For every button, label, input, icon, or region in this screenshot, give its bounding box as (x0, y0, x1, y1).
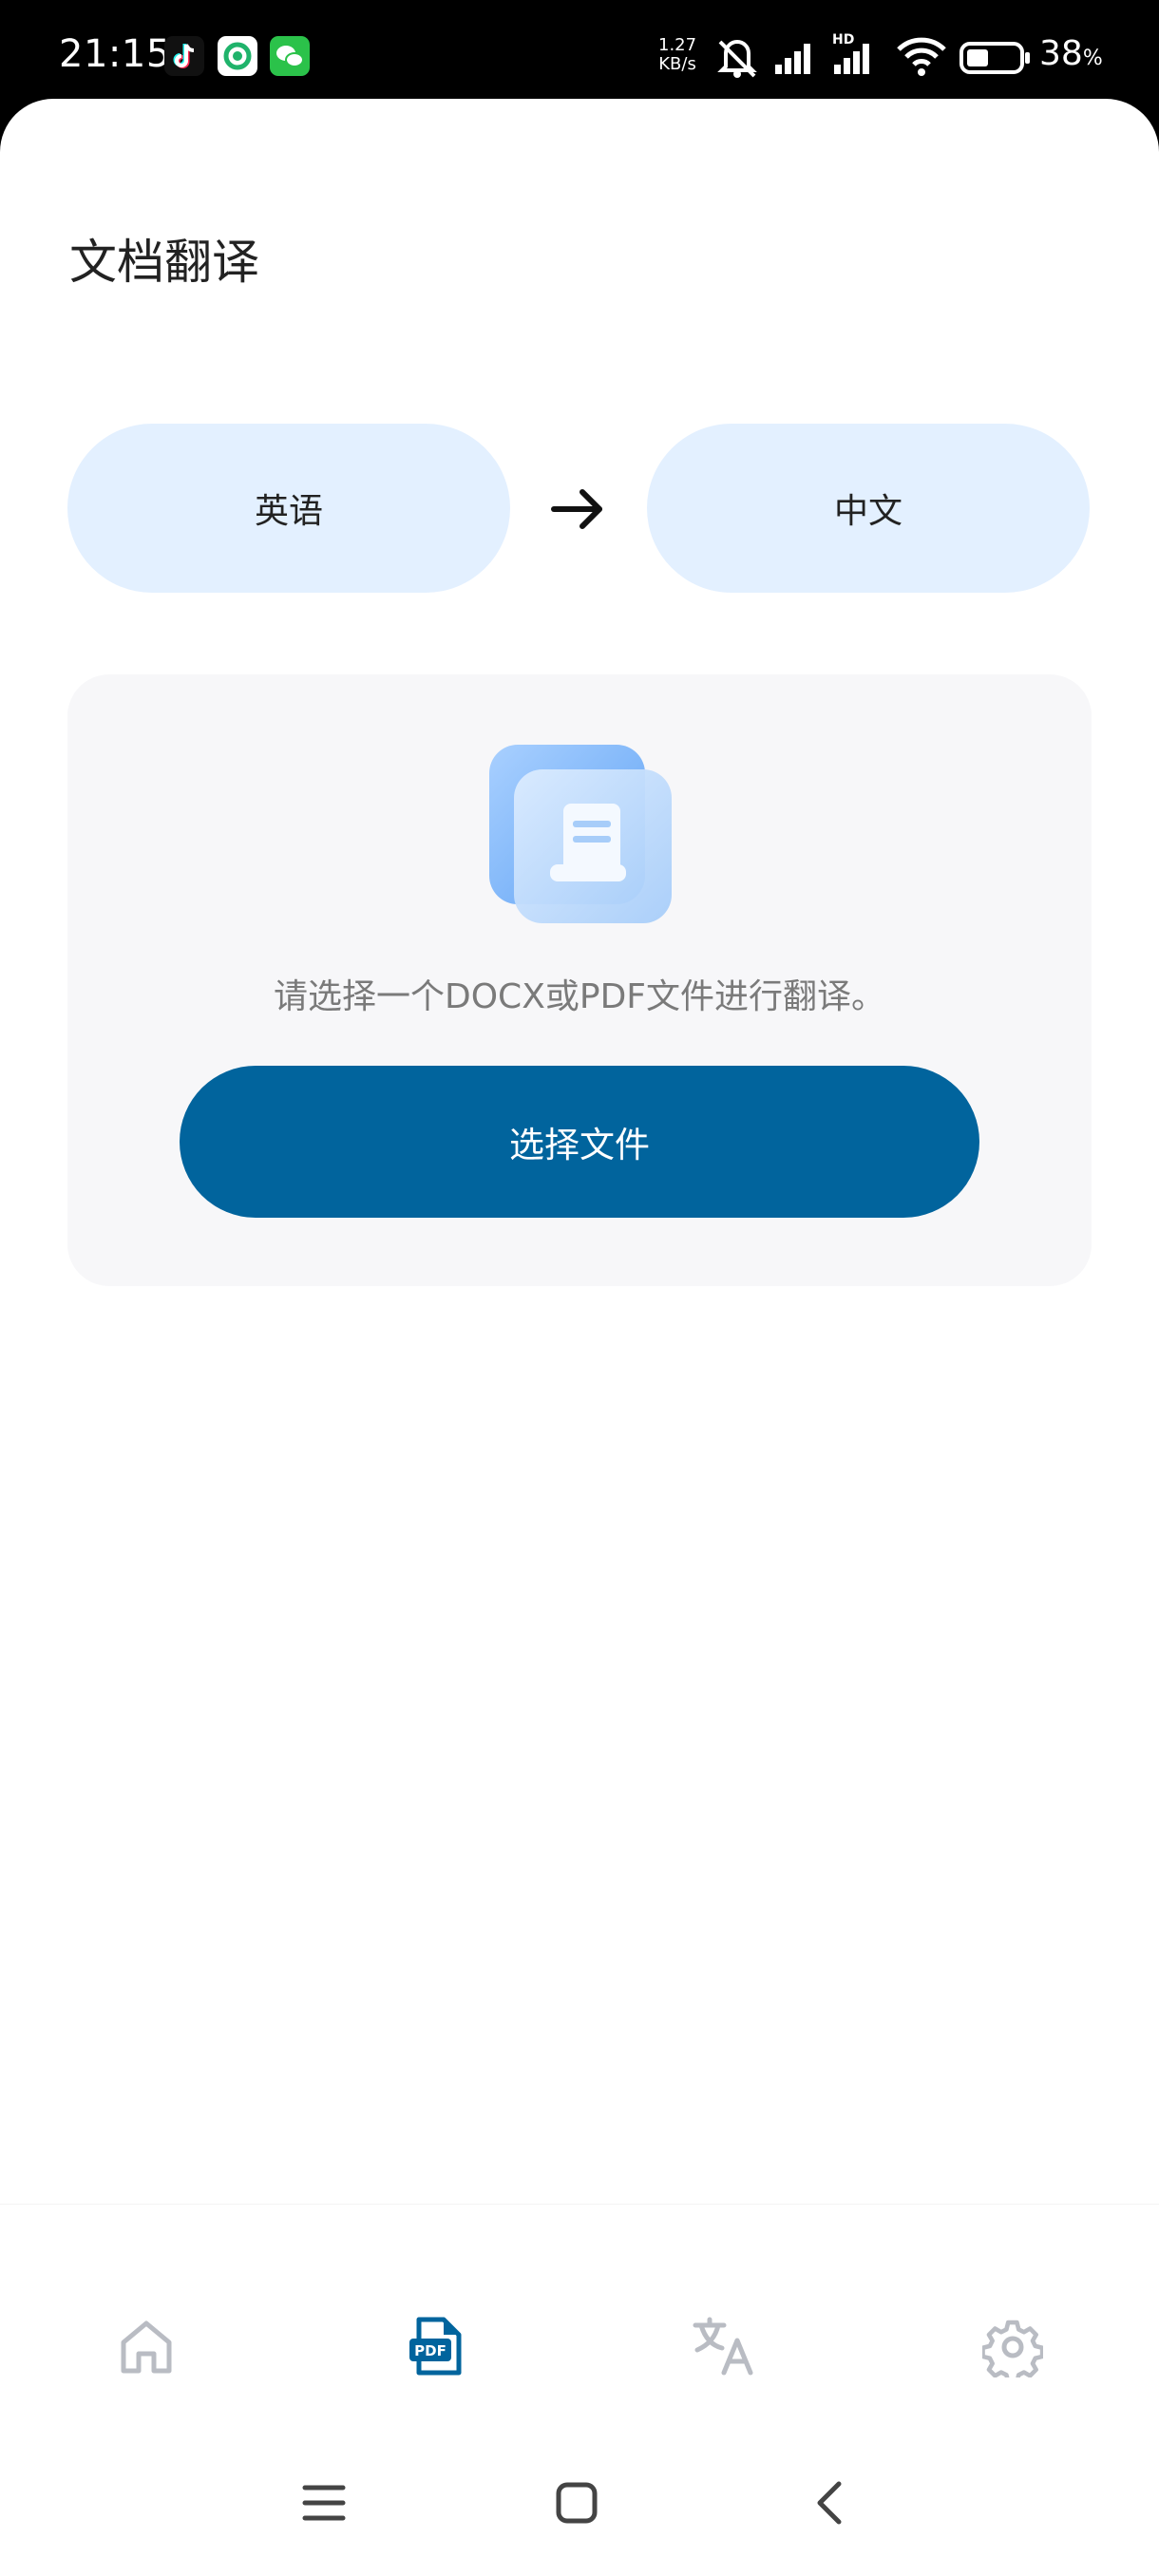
network-speed: 1.27 KB/s (658, 36, 696, 74)
hd-signal-icon: HD (832, 32, 869, 74)
document-illustration-icon (489, 745, 672, 923)
nav-settings[interactable] (975, 2309, 1051, 2385)
app-icon (218, 36, 257, 76)
system-navigation-bar (0, 2432, 1159, 2576)
system-home-button[interactable] (543, 2470, 610, 2536)
arrow-right-icon[interactable] (550, 481, 607, 538)
language-selector: 英语 中文 (67, 424, 1092, 593)
choose-file-button[interactable]: 选择文件 (180, 1066, 979, 1218)
translate-icon (693, 2317, 753, 2376)
pdf-document-icon: PDF (409, 2317, 462, 2376)
signal-icon (775, 44, 810, 74)
nav-pdf-translate[interactable]: PDF (397, 2309, 473, 2385)
nav-home[interactable] (108, 2309, 184, 2385)
home-icon (121, 2320, 172, 2374)
gear-icon (982, 2320, 1043, 2377)
target-language-button[interactable]: 中文 (647, 424, 1090, 593)
wechat-icon (270, 36, 310, 76)
page-title: 文档翻译 (69, 235, 259, 290)
menu-icon (302, 2485, 346, 2521)
battery-unit: % (1082, 47, 1103, 70)
system-back-button[interactable] (796, 2470, 863, 2536)
status-bar: 21:15 1.27 KB/s HD 38% (0, 0, 1159, 114)
recent-apps-button[interactable] (291, 2470, 357, 2536)
battery-level: 38 (1039, 34, 1083, 73)
svg-text:HD: HD (832, 32, 854, 47)
bottom-navigation: PDF (0, 2204, 1159, 2432)
source-language-button[interactable]: 英语 (67, 424, 510, 593)
back-chevron-icon (817, 2481, 842, 2525)
status-time: 21:15 (59, 32, 171, 76)
battery-percent: 38% (1039, 34, 1103, 73)
tiktok-icon (164, 36, 204, 76)
mute-icon (717, 40, 757, 78)
nav-translate[interactable] (686, 2309, 762, 2385)
svg-text:PDF: PDF (414, 2342, 446, 2359)
net-speed-unit: KB/s (658, 54, 696, 74)
square-icon (556, 2482, 598, 2524)
wifi-icon (897, 37, 946, 76)
battery-icon (960, 42, 1030, 74)
upload-hint: 请选择一个DOCX或PDF文件进行翻译。 (274, 977, 885, 1016)
upload-card: 请选择一个DOCX或PDF文件进行翻译。 选择文件 (67, 674, 1092, 1286)
net-speed-value: 1.27 (658, 35, 697, 55)
